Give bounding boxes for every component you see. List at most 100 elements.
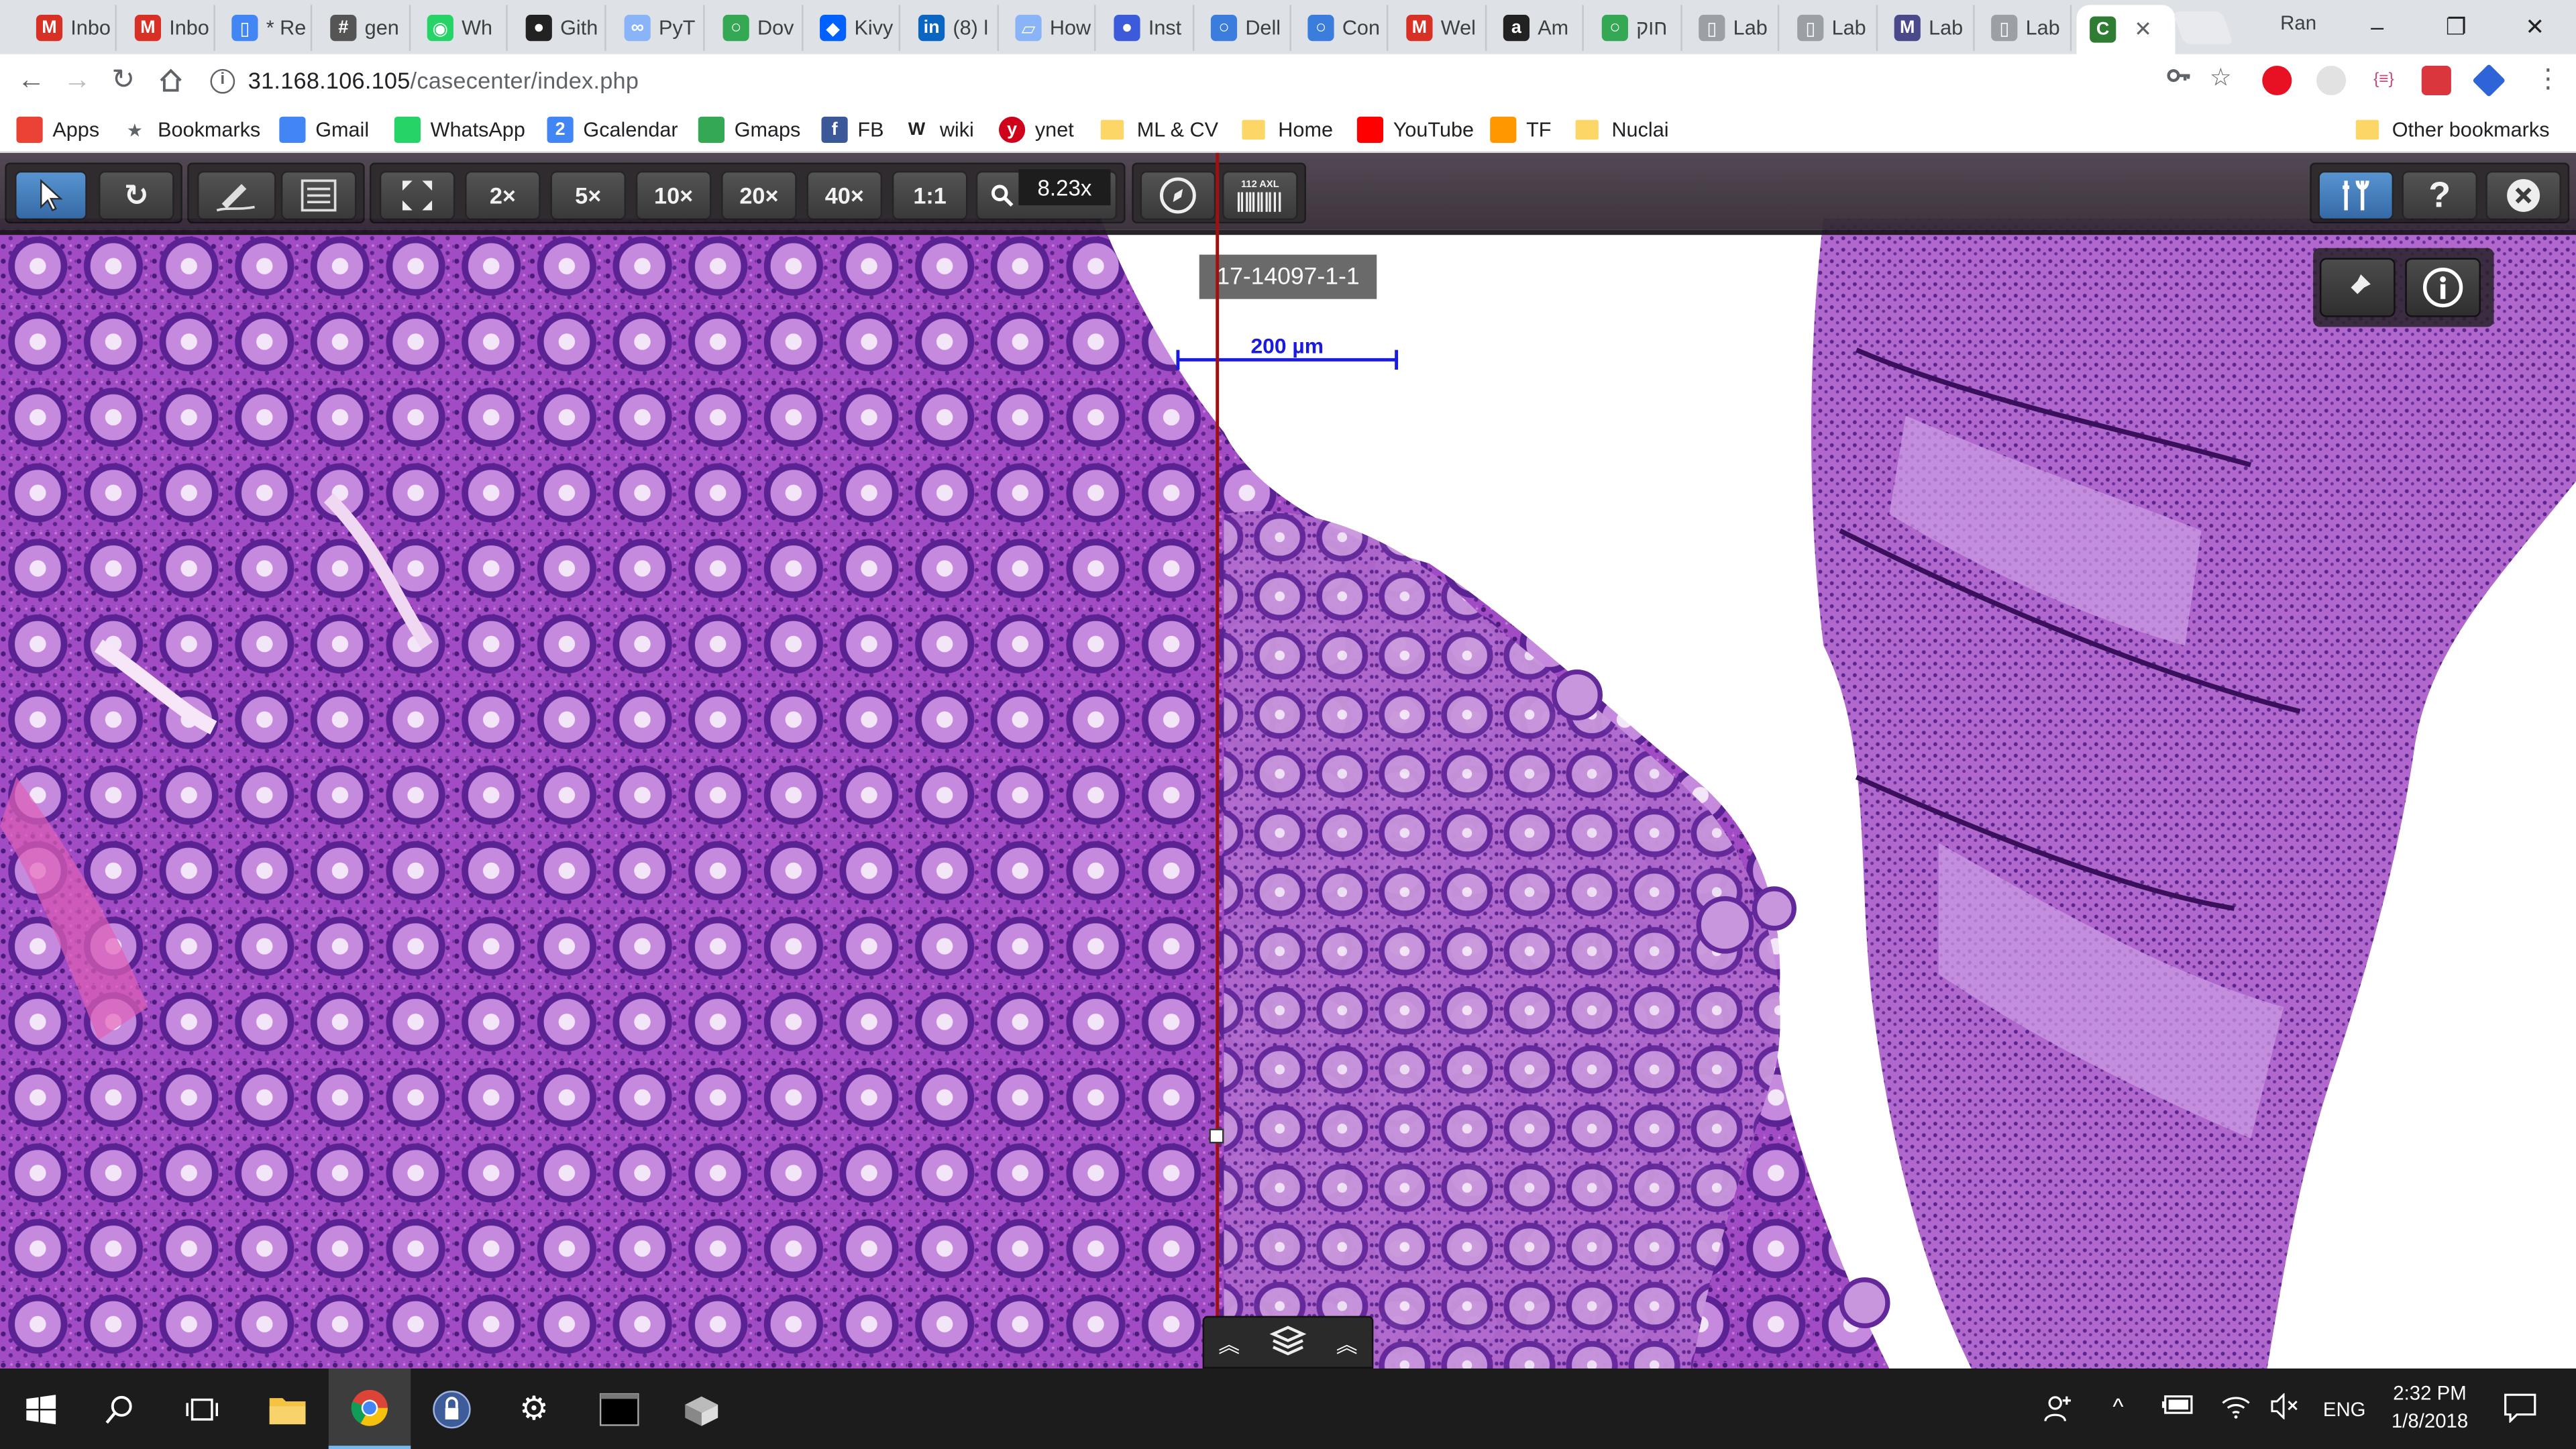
- zoom-button-4[interactable]: 40×: [806, 170, 883, 221]
- tab-17[interactable]: ▯ Lab: [1686, 5, 1780, 51]
- file-explorer-icon[interactable]: [246, 1368, 328, 1449]
- wifi-icon[interactable]: [2221, 1393, 2251, 1425]
- zoom-button-1[interactable]: 5×: [550, 170, 627, 221]
- people-icon[interactable]: [2044, 1393, 2074, 1428]
- tab-3[interactable]: # gen: [317, 5, 411, 51]
- chrome-icon[interactable]: [328, 1368, 411, 1449]
- profile-name[interactable]: Ran: [2280, 11, 2316, 34]
- search-icon[interactable]: [79, 1368, 161, 1449]
- zoom-button-2[interactable]: 10×: [635, 170, 712, 221]
- new-tab-button[interactable]: [2172, 11, 2234, 45]
- opera-extension-icon[interactable]: [2262, 65, 2292, 96]
- back-icon[interactable]: ←: [13, 62, 50, 99]
- fit-screen-button[interactable]: [379, 170, 455, 221]
- restore-button[interactable]: ❐: [2418, 7, 2494, 46]
- tab-14[interactable]: M Wel: [1393, 5, 1487, 51]
- measurement-line[interactable]: [1216, 152, 1219, 1369]
- zoom-button-3[interactable]: 20×: [721, 170, 797, 221]
- navigator-button[interactable]: [1140, 170, 1216, 221]
- bookmark-1[interactable]: ★ Bookmarks: [121, 113, 261, 146]
- key-icon[interactable]: [2165, 62, 2192, 95]
- tab-20[interactable]: ▯ Lab: [1978, 5, 2072, 51]
- forward-icon[interactable]: →: [59, 62, 95, 99]
- tab-15[interactable]: a Am: [1490, 5, 1584, 51]
- terminal-icon[interactable]: [578, 1368, 660, 1449]
- home-icon[interactable]: [153, 62, 189, 99]
- battery-icon[interactable]: [2161, 1393, 2195, 1421]
- slide-viewer[interactable]: ↻ 2× 5× 10× 20× 40× 1:1 8.23x 112 AXL ? …: [0, 152, 2576, 1369]
- tab-7[interactable]: ○ Dov: [710, 5, 804, 51]
- zoom-button-5[interactable]: 1:1: [892, 170, 968, 221]
- bookmark-2[interactable]: Gmail: [279, 113, 369, 146]
- tab-9[interactable]: in (8) l: [905, 5, 999, 51]
- bookmark-6[interactable]: f FB: [821, 113, 884, 146]
- close-viewer-button[interactable]: [2485, 170, 2561, 221]
- lock-app-icon[interactable]: [411, 1368, 492, 1449]
- bookmark-13[interactable]: Nuclai: [1575, 113, 1669, 146]
- tab-0[interactable]: M Inbo: [23, 5, 117, 51]
- bookmark-0[interactable]: Apps: [16, 113, 99, 146]
- close-tab-icon[interactable]: ✕: [2134, 16, 2152, 42]
- bookmark-8[interactable]: y ynet: [998, 113, 1074, 146]
- reload-icon[interactable]: ↻: [105, 62, 142, 99]
- tab-16[interactable]: ○ חוק: [1589, 5, 1682, 51]
- extension-icon[interactable]: [2316, 65, 2347, 96]
- system-clock[interactable]: 2:32 PM 1/8/2018: [2366, 1380, 2494, 1436]
- language-indicator[interactable]: ENG: [2323, 1398, 2366, 1421]
- tab-21[interactable]: C ✕: [2076, 5, 2176, 54]
- bookmark-3[interactable]: WhatsApp: [394, 113, 525, 146]
- zoom-value[interactable]: 8.23x: [1018, 169, 1111, 206]
- tab-11[interactable]: ● Inst: [1101, 5, 1195, 51]
- package-app-icon[interactable]: [660, 1368, 742, 1449]
- tab-5[interactable]: ● Gith: [513, 5, 606, 51]
- tab-2[interactable]: ▯ * Re: [219, 5, 313, 51]
- annotate-button[interactable]: [197, 170, 276, 221]
- tab-10[interactable]: ▱ How: [1002, 5, 1096, 51]
- tab-12[interactable]: ○ Dell: [1197, 5, 1291, 51]
- bookmark-9[interactable]: ML & CV: [1100, 113, 1218, 146]
- diamond-extension-icon[interactable]: [2472, 64, 2506, 97]
- tools-button[interactable]: [2318, 170, 2394, 221]
- task-view-icon[interactable]: [161, 1368, 243, 1449]
- rotate-button[interactable]: ↻: [98, 170, 174, 221]
- tab-18[interactable]: ▯ Lab: [1784, 5, 1878, 51]
- zoom-button-0[interactable]: 2×: [465, 170, 541, 221]
- bookmark-4[interactable]: 2 Gcalendar: [547, 113, 678, 146]
- start-windows-icon[interactable]: [0, 1368, 82, 1449]
- select-pointer-button[interactable]: [15, 170, 87, 221]
- tab-4[interactable]: ◉ Wh: [414, 5, 508, 51]
- tab-19[interactable]: M Lab: [1881, 5, 1975, 51]
- bookmark-10[interactable]: Home: [1242, 113, 1333, 146]
- bookmark-7[interactable]: Wwiki: [904, 113, 974, 146]
- site-info-icon[interactable]: i: [210, 68, 235, 93]
- address-bar[interactable]: i 31.168.106.105/casecenter/index.php: [203, 60, 2257, 101]
- chevron-up-tray-icon[interactable]: ^: [2112, 1393, 2123, 1419]
- json-extension-icon[interactable]: {≡}: [2369, 65, 2399, 96]
- close-window-button[interactable]: ✕: [2497, 7, 2573, 46]
- tab-8[interactable]: ◆ Kivy: [806, 5, 901, 51]
- bookmark-star-icon[interactable]: ☆: [2210, 62, 2232, 93]
- chevron-up-icon[interactable]: ︽: [1336, 1327, 1358, 1358]
- url-text[interactable]: 31.168.106.105/casecenter/index.php: [248, 67, 639, 93]
- minimize-button[interactable]: –: [2339, 7, 2415, 46]
- slide-tray-toggle[interactable]: ︽ ︽: [1202, 1316, 1374, 1369]
- other-bookmarks[interactable]: Other bookmarks: [2355, 113, 2550, 146]
- list-button[interactable]: [280, 170, 357, 221]
- help-button[interactable]: ?: [2402, 170, 2478, 221]
- menu-kebab-icon[interactable]: ⋮: [2535, 62, 2561, 95]
- chevron-up-icon[interactable]: ︽: [1218, 1327, 1240, 1358]
- tab-6[interactable]: ∞ PyT: [611, 5, 705, 51]
- settings-gear-icon[interactable]: ⚙: [493, 1368, 575, 1449]
- pin-button[interactable]: [2319, 258, 2396, 317]
- volume-muted-icon[interactable]: [2270, 1392, 2300, 1425]
- barcode-button[interactable]: 112 AXL: [1222, 170, 1298, 221]
- measurement-handle[interactable]: [1209, 1128, 1224, 1144]
- mail-extension-icon[interactable]: [2421, 65, 2451, 96]
- notifications-icon[interactable]: [2504, 1393, 2536, 1428]
- bookmark-11[interactable]: YouTube: [1356, 113, 1474, 146]
- bookmark-5[interactable]: Gmaps: [698, 113, 800, 146]
- info-button[interactable]: [2405, 258, 2481, 317]
- bookmark-12[interactable]: TF: [1490, 113, 1552, 146]
- tab-1[interactable]: M Inbo: [121, 5, 215, 51]
- tab-13[interactable]: ○ Con: [1295, 5, 1389, 51]
